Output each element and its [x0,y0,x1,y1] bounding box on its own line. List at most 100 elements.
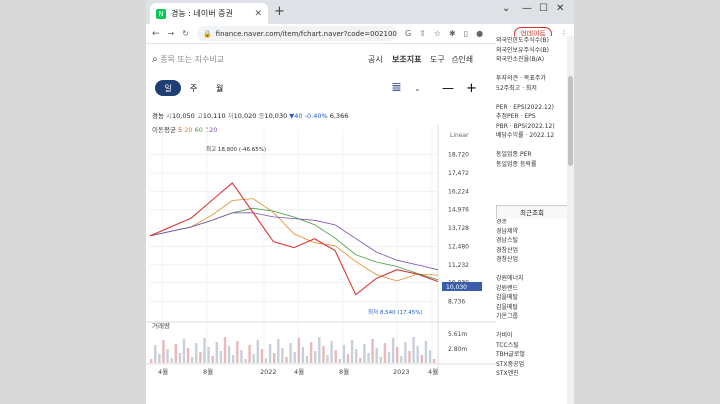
volume-bar [162,340,165,363]
minimize-icon[interactable]: — [522,3,532,14]
recent-item[interactable]: 경남제약 [496,227,574,237]
period-week-tab[interactable]: 주 [190,80,197,96]
tab-title: 경농 : 네이버 증권 [171,9,233,18]
volume-bar [428,350,432,363]
back-icon[interactable]: ← [152,29,160,39]
volume-bar [363,344,366,363]
sidebar-info-row: PBR · BPS(2022.12) [496,122,555,130]
price-chart[interactable]: Linear 18,720 17,472 16,224 14,976 13,728 12,… [146,125,496,380]
period-month-tab[interactable]: 월 [216,80,223,96]
zoom-in-icon[interactable]: + [466,80,477,96]
period-day-tab[interactable]: 일 [155,80,181,96]
tools-button[interactable]: 도구 [430,54,445,65]
volume-bar [314,351,317,363]
recent-item[interactable] [496,265,574,275]
scale-label[interactable]: Linear [450,132,469,139]
volume-bar [301,347,305,363]
recent-item[interactable]: 경남스틸 [496,236,574,246]
volume-bar [326,355,329,363]
chevron-down-icon[interactable]: ⌄ [414,80,421,96]
star-icon[interactable]: ☆ [434,29,441,38]
sidebar-info-row: 배당수익률 · 2022.12 [496,132,555,139]
volume-bar [260,349,264,363]
volume-bar [424,341,428,363]
maximize-icon[interactable]: ☐ [539,3,548,14]
volume-bar [400,356,403,363]
recent-item[interactable]: TCC스틸 [496,341,574,351]
current-price-label: 10,030 [446,284,467,291]
chevron-down-icon[interactable]: ⌄ [502,3,510,14]
recent-item[interactable]: 강원에너지 [496,274,574,284]
symbol-search[interactable]: ⌕ 종목 또는 지수비교 [152,54,224,65]
recent-item[interactable]: 경창산업 [496,246,574,256]
volume-bar [318,337,321,363]
scrollbar[interactable] [567,36,574,404]
url-field[interactable]: 🔒 finance.naver.com/item/fchart.naver?cod… [196,26,397,41]
volume-bar [207,347,210,363]
sidebar-info-row: 동일업종 PER [496,151,532,158]
sidebar-info-row: 추정PER · EPS [496,113,536,120]
volume-bar [359,358,362,363]
reload-icon[interactable]: ↻ [182,29,189,38]
url-text: finance.naver.com/item/fchart.naver?code… [215,29,397,38]
volume-tick-label: 2.80m [448,346,467,353]
scroll-thumb[interactable] [568,76,573,166]
y-tick-label: 17,472 [448,170,469,177]
close-tab-icon[interactable]: ✕ [254,9,262,19]
zoom-out-icon[interactable]: — [442,80,454,96]
volume-bar [195,343,198,363]
sidepanel-icon[interactable]: ▯ [464,29,468,38]
new-tab-icon[interactable]: + [274,4,285,19]
extension-icon[interactable]: ✱ [449,29,456,38]
google-icon[interactable]: G [405,29,411,38]
close-window-icon[interactable]: ✕ [556,3,564,14]
x-tick-label: 4월 [428,367,438,376]
recent-item[interactable]: 가온그룹 [496,312,574,322]
recent-item[interactable] [496,322,574,332]
recent-item[interactable]: 갑을메탈 [496,303,574,313]
naver-favicon-icon: N [156,8,166,19]
volume-label: 거래량 [152,321,170,330]
volume-bar [252,354,255,363]
change-pct: -0.40% [304,112,328,120]
volume-bar [355,349,358,363]
high-value: 10,110 [202,112,226,120]
profile-icon[interactable]: ● [476,29,483,38]
browser-window: N 경농 : 네이버 증권 ✕ + ⌄ — ☐ ✕ ← → ↻ 🔒 finance… [146,0,574,404]
volume-bar [219,351,223,363]
x-tick-label: 2023 [393,368,410,376]
print-button[interactable]: ⎙인쇄 [452,54,473,65]
volume-bar [256,340,259,363]
volume-bar [289,343,292,363]
recent-item[interactable]: 경창산업 [496,255,574,265]
volume-bar [285,357,288,363]
candle-type-icon[interactable]: 𝍤 [392,80,401,96]
volume-bar [215,342,218,363]
disclosure-button[interactable]: 공시 [368,54,383,65]
volume-bar [223,337,227,363]
sidebar-info-row [496,141,574,151]
volume-bar [236,341,239,363]
low-value: 10,020 [233,112,257,120]
volume-bar [383,343,387,363]
browser-tab[interactable]: N 경농 : 네이버 증권 ✕ [150,3,268,24]
volume-bar [330,341,333,363]
y-tick-label: 16,224 [448,188,469,195]
recent-item[interactable]: STX중공업 [496,360,574,370]
recent-tab[interactable]: 최근조회 [496,205,568,219]
forward-icon[interactable]: → [168,29,175,38]
indicator-button[interactable]: 보조지표 [392,54,421,65]
volume-bar [379,357,382,363]
moving-average-line [149,198,439,282]
volume-bar [396,347,399,363]
close-value: 10,030 [264,112,288,120]
recent-item[interactable]: 갑을메탈 [496,293,574,303]
volume-bar [154,345,157,363]
recent-item[interactable]: STX엔진 [496,369,574,379]
y-tick-label: 12,480 [448,243,469,250]
recent-item[interactable]: TBH글로벌 [496,350,574,360]
recent-item[interactable]: 가비아 [496,331,574,341]
recent-item[interactable]: 강원랜드 [496,284,574,294]
volume-bar [174,344,177,363]
share-icon[interactable]: ⇪ [419,29,426,38]
